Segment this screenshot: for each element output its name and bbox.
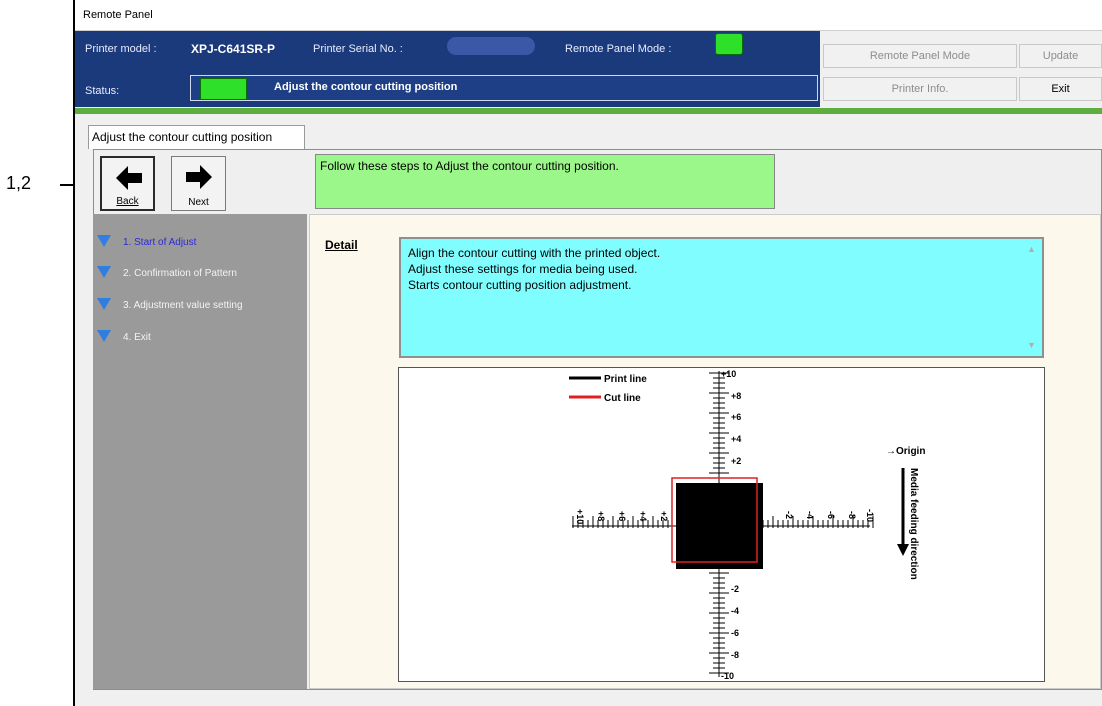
window-title: Remote Panel (83, 9, 153, 21)
remote-panel-mode-button[interactable]: Remote Panel Mode (823, 44, 1017, 68)
accent-stripe (75, 108, 1102, 114)
exit-button[interactable]: Exit (1019, 77, 1102, 101)
remote-panel-window: Remote Panel Printer model : XPJ-C641SR-… (73, 0, 1102, 706)
status-indicator (200, 78, 247, 100)
step-label: 2. Confirmation of Pattern (123, 268, 237, 279)
status-label: Status: (85, 85, 120, 97)
scroll-down-icon[interactable]: ▼ (1027, 340, 1036, 350)
h-tick-label: +10 (575, 509, 585, 524)
step-3[interactable]: 3. Adjustment value setting (97, 298, 243, 311)
detail-heading: Detail (325, 238, 358, 252)
step-1[interactable]: 1. Start of Adjust (97, 235, 196, 248)
h-tick-label: -10 (865, 509, 875, 522)
status-box: Adjust the contour cutting position (190, 75, 818, 101)
next-arrow-icon (186, 165, 212, 189)
printer-info-button[interactable]: Printer Info. (823, 77, 1017, 101)
h-tick-label: +8 (596, 511, 606, 521)
h-tick-label: +2 (659, 511, 669, 521)
printer-model-label: Printer model : (85, 43, 157, 55)
back-button[interactable]: Back (100, 156, 155, 211)
diagram-svg: Print line Cut line +10 +8 +6 +4 +2 -2 -… (569, 369, 925, 681)
serial-label: Printer Serial No. : (313, 43, 403, 55)
step-sidebar: 1. Start of Adjust 2. Confirmation of Pa… (93, 214, 307, 689)
detail-line: Starts contour cutting position adjustme… (408, 278, 632, 292)
v-tick-label: +2 (731, 456, 741, 466)
step-label: 3. Adjustment value setting (123, 300, 243, 311)
origin-label: →Origin (886, 446, 925, 457)
next-button[interactable]: Next (171, 156, 226, 211)
h-tick-label: -8 (847, 511, 857, 519)
header-panel: Printer model : XPJ-C641SR-P Printer Ser… (75, 31, 820, 107)
detail-line: Align the contour cutting with the print… (408, 246, 661, 260)
detail-line: Adjust these settings for media being us… (408, 262, 638, 276)
callout-label: 1,2 (6, 173, 32, 193)
v-tick-label: +6 (731, 412, 741, 422)
v-tick-label: -6 (731, 628, 739, 638)
remote-mode-label: Remote Panel Mode : (565, 43, 672, 55)
update-button[interactable]: Update (1019, 44, 1102, 68)
legend-cut-label: Cut line (604, 393, 641, 404)
back-arrow-icon (116, 166, 142, 190)
step-triangle-icon (97, 298, 111, 310)
v-tick-label: -2 (731, 584, 739, 594)
back-label: Back (116, 196, 139, 207)
status-text: Adjust the contour cutting position (274, 81, 458, 93)
step-triangle-icon (97, 330, 111, 342)
adjustment-diagram: Print line Cut line +10 +8 +6 +4 +2 -2 -… (398, 367, 1045, 682)
h-tick-label: -6 (826, 511, 836, 519)
next-label: Next (188, 197, 209, 208)
legend-print-label: Print line (604, 374, 647, 385)
v-tick-label: +4 (731, 434, 741, 444)
print-block (676, 483, 763, 569)
step-triangle-icon (97, 266, 111, 278)
h-tick-label: -4 (805, 511, 815, 519)
remote-mode-indicator (715, 33, 743, 55)
serial-value-redacted (447, 37, 535, 55)
v-tick-label: +8 (731, 391, 741, 401)
v-tick-label: -10 (721, 671, 734, 681)
scroll-up-icon[interactable]: ▲ (1027, 244, 1036, 254)
detail-textarea[interactable]: Align the contour cutting with the print… (399, 237, 1044, 358)
v-tick-label: -8 (731, 650, 739, 660)
instruction-message: Follow these steps to Adjust the contour… (315, 154, 775, 209)
v-tick-label: +10 (721, 369, 736, 379)
step-triangle-icon (97, 235, 111, 247)
h-tick-label: +4 (638, 511, 648, 521)
step-label: 4. Exit (123, 332, 151, 343)
title-bar: Remote Panel (75, 0, 1102, 31)
tab-adjust-contour[interactable]: Adjust the contour cutting position (88, 125, 305, 149)
h-tick-label: +6 (617, 511, 627, 521)
step-2[interactable]: 2. Confirmation of Pattern (97, 266, 237, 279)
printer-model-value: XPJ-C641SR-P (191, 42, 276, 56)
step-4[interactable]: 4. Exit (97, 330, 151, 343)
feed-direction-label: Media feeding direction (908, 468, 919, 580)
step-label: 1. Start of Adjust (123, 237, 197, 248)
feed-arrow-icon (897, 544, 909, 556)
h-tick-label: -2 (784, 511, 794, 519)
v-tick-label: -4 (731, 606, 739, 616)
